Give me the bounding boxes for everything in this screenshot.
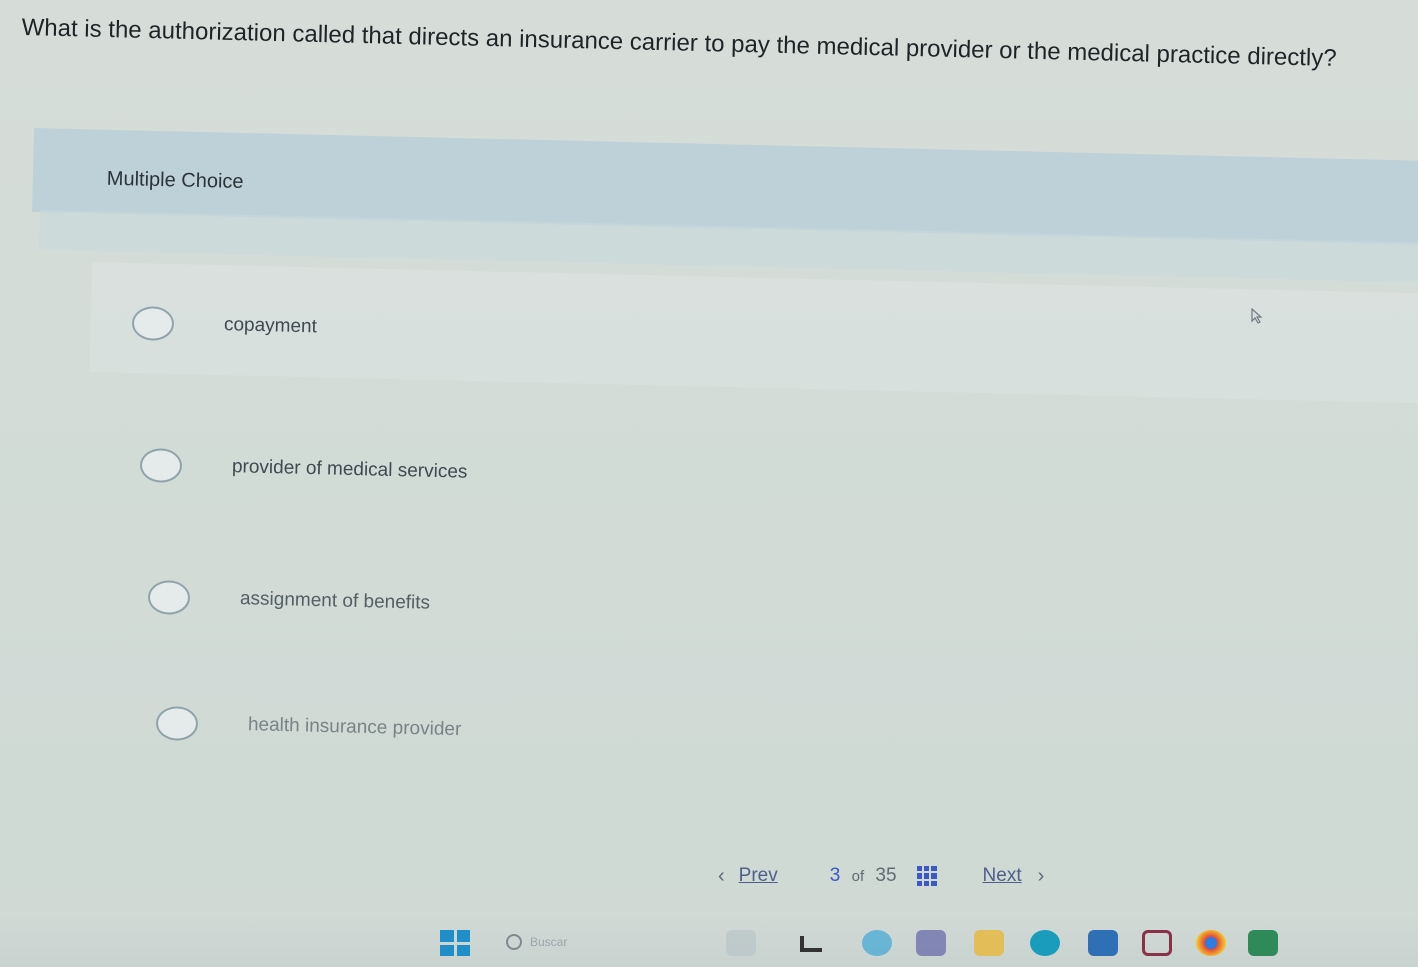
radio-button[interactable] <box>155 706 199 741</box>
option-label: assignment of benefits <box>239 588 431 614</box>
copilot-icon[interactable] <box>862 930 892 956</box>
option-label: health insurance provider <box>247 714 462 741</box>
page-counter: 3 of 35 <box>830 865 897 887</box>
option-label: provider of medical services <box>231 456 468 483</box>
radio-button[interactable] <box>139 448 183 483</box>
taskbar-search[interactable]: Buscar <box>506 934 567 950</box>
quiz-page: What is the authorization called that di… <box>0 0 1418 967</box>
file-explorer-icon[interactable] <box>974 930 1004 956</box>
current-question-number: 3 <box>829 865 841 886</box>
store-icon[interactable] <box>1088 930 1118 956</box>
taskbar-search-placeholder: Buscar <box>530 935 568 949</box>
next-button[interactable]: Next <box>983 865 1022 887</box>
mouse-cursor-icon <box>1251 308 1263 324</box>
of-label: of <box>851 868 865 885</box>
question-text: What is the authorization called that di… <box>21 14 1337 72</box>
task-view-icon[interactable] <box>800 936 822 952</box>
question-navigation: ‹ Prev 3 of 35 Next › <box>718 862 1044 890</box>
option-assignment-of-benefits[interactable]: assignment of benefits <box>147 580 431 621</box>
weather-icon[interactable] <box>726 930 756 956</box>
chrome-icon[interactable] <box>1196 930 1226 956</box>
radio-button[interactable] <box>131 306 175 341</box>
taskbar: Buscar <box>0 912 1418 967</box>
prev-button[interactable]: Prev <box>739 865 778 887</box>
edge-browser-icon[interactable] <box>1030 930 1060 956</box>
option-provider-of-medical-services[interactable]: provider of medical services <box>139 448 468 490</box>
chevron-right-icon[interactable]: › <box>1038 865 1045 888</box>
chevron-left-icon[interactable]: ‹ <box>718 865 725 888</box>
app-icon[interactable] <box>1142 930 1172 956</box>
question-type-label: Multiple Choice <box>106 167 244 193</box>
windows-start-icon[interactable] <box>440 930 470 956</box>
option-health-insurance-provider[interactable]: health insurance provider <box>155 706 462 747</box>
radio-button[interactable] <box>147 580 191 615</box>
teams-icon[interactable] <box>916 930 946 956</box>
xbox-icon[interactable] <box>1248 930 1278 956</box>
option-label: copayment <box>223 314 318 338</box>
search-icon <box>506 934 522 950</box>
question-grid-icon[interactable] <box>916 866 937 886</box>
total-questions: 35 <box>875 865 897 886</box>
option-copayment[interactable]: copayment <box>131 306 318 344</box>
